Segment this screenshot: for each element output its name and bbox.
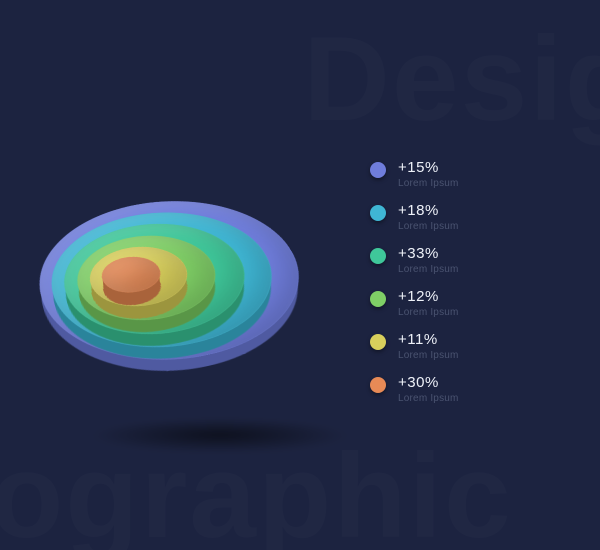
legend-row-5: +30% Lorem Ipsum <box>370 375 550 404</box>
legend-row-1: +18% Lorem Ipsum <box>370 203 550 232</box>
legend-caption: Lorem Ipsum <box>398 221 459 232</box>
legend-value: +33% <box>398 246 459 261</box>
legend-text: +18% Lorem Ipsum <box>398 203 459 232</box>
legend-swatch-icon <box>370 205 386 221</box>
legend-text: +33% Lorem Ipsum <box>398 246 459 275</box>
legend-caption: Lorem Ipsum <box>398 178 459 189</box>
legend-caption: Lorem Ipsum <box>398 393 459 404</box>
legend-row-0: +15% Lorem Ipsum <box>370 160 550 189</box>
legend-value: +30% <box>398 375 459 390</box>
legend-value: +12% <box>398 289 459 304</box>
legend-swatch-icon <box>370 162 386 178</box>
legend-swatch-icon <box>370 291 386 307</box>
legend-swatch-icon <box>370 334 386 350</box>
legend-text: +12% Lorem Ipsum <box>398 289 459 318</box>
legend-value: +11% <box>398 332 459 347</box>
legend-text: +30% Lorem Ipsum <box>398 375 459 404</box>
legend-row-4: +11% Lorem Ipsum <box>370 332 550 361</box>
legend-row-2: +33% Lorem Ipsum <box>370 246 550 275</box>
legend-value: +18% <box>398 203 459 218</box>
legend-caption: Lorem Ipsum <box>398 264 459 275</box>
chart-legend: +15% Lorem Ipsum +18% Lorem Ipsum +33% Lorem … <box>370 160 550 418</box>
legend-value: +15% <box>398 160 459 175</box>
legend-caption: Lorem Ipsum <box>398 350 459 361</box>
legend-text: +15% Lorem Ipsum <box>398 160 459 189</box>
legend-text: +11% Lorem Ipsum <box>398 332 459 361</box>
chart-stage <box>60 120 380 440</box>
legend-swatch-icon <box>370 248 386 264</box>
legend-swatch-icon <box>370 377 386 393</box>
legend-row-3: +12% Lorem Ipsum <box>370 289 550 318</box>
legend-caption: Lorem Ipsum <box>398 307 459 318</box>
